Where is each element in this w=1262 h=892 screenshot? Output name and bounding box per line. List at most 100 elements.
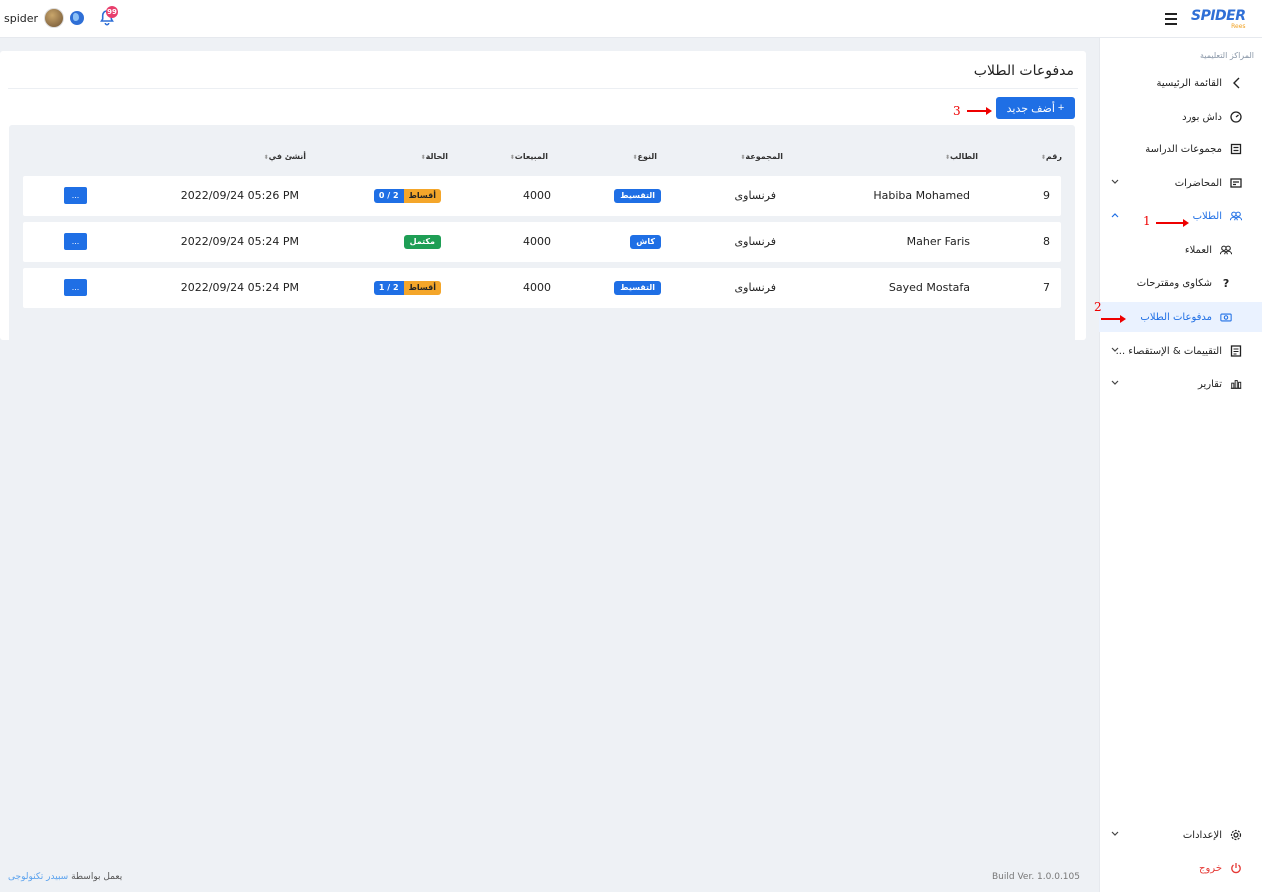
user-menu[interactable]: spider — [4, 8, 65, 28]
logo[interactable]: SPIDER Rees — [1191, 8, 1246, 30]
sidebar-item-label: خروج — [1199, 862, 1222, 874]
column-header-type[interactable]: النوع⬍ — [629, 152, 657, 161]
cell-student: Sayed Mostafa — [888, 281, 970, 294]
column-header-id[interactable]: رقم⬍ — [1038, 152, 1062, 161]
chevron-down-icon[interactable] — [1111, 379, 1119, 389]
table-row[interactable]: 7 Sayed Mostafa فرنساوى التقسيط 4000 أقس… — [23, 268, 1061, 308]
cell-created: 2022/09/24 05:26 PM — [180, 189, 299, 202]
username[interactable]: spider — [4, 12, 38, 25]
powered-by-prefix: يعمل بواسطة — [71, 872, 123, 882]
column-header-sales[interactable]: المبيعات⬍ — [507, 152, 548, 161]
cell-sales: 4000 — [523, 189, 551, 202]
table-row[interactable]: 9 Habiba Mohamed فرنساوى التقسيط 4000 أق… — [23, 176, 1061, 216]
column-header-group[interactable]: المجموعة⬍ — [737, 152, 783, 161]
chevron-down-icon[interactable] — [1111, 830, 1119, 840]
sidebar-item-clients[interactable]: العملاء — [1099, 235, 1262, 265]
chevron-up-icon[interactable] — [1111, 211, 1119, 221]
groups-icon — [1230, 143, 1242, 155]
cell-group: فرنساوى — [734, 281, 776, 294]
column-header-created[interactable]: أنشئ في⬍ — [261, 152, 306, 161]
sidebar-item-label: مجموعات الدراسة — [1145, 143, 1222, 155]
sidebar-item-label: القائمة الرئيسية — [1156, 77, 1222, 89]
sidebar-item-label: تقارير — [1197, 378, 1222, 390]
logo-subtext: Rees — [1231, 23, 1246, 30]
chevron-down-icon[interactable] — [1111, 346, 1119, 356]
add-new-button[interactable]: + أضف جديد — [996, 97, 1075, 119]
cell-student: Maher Faris — [906, 235, 970, 248]
sidebar-item-students[interactable]: الطلاب — [1099, 201, 1262, 231]
top-bar: spider 99 SPIDER Rees — [0, 0, 1262, 38]
status-badge: مكتمل — [403, 235, 441, 249]
sidebar-item-lectures[interactable]: المحاضرات — [1099, 168, 1262, 198]
globe-icon[interactable] — [70, 11, 84, 25]
chevron-left-icon — [1230, 77, 1242, 89]
cell-created: 2022/09/24 05:24 PM — [180, 235, 299, 248]
row-actions-button[interactable]: ... — [64, 279, 87, 296]
annotation-3: 3 — [953, 104, 961, 118]
powered-by: يعمل بواسطة سبيدر تكنولوجى — [8, 872, 122, 882]
bar-chart-icon — [1230, 378, 1242, 390]
cell-created: 2022/09/24 05:24 PM — [180, 281, 299, 294]
cell-group: فرنساوى — [734, 235, 776, 248]
cell-id: 7 — [1043, 281, 1050, 294]
sidebar-item-logout[interactable]: خروج — [1099, 853, 1262, 883]
sidebar-item-label: العملاء — [1184, 244, 1212, 256]
avatar[interactable] — [44, 8, 65, 28]
power-icon — [1230, 862, 1242, 874]
payments-card: مدفوعات الطلاب + أضف جديد رقم⬍ الطالب⬍ ا… — [0, 51, 1086, 379]
cell-id: 8 — [1043, 235, 1050, 248]
notification-badge: 99 — [106, 6, 118, 18]
sidebar-item-label: الإعدادات — [1182, 829, 1222, 841]
powered-by-link[interactable]: سبيدر تكنولوجى — [8, 872, 68, 882]
page-title: مدفوعات الطلاب — [973, 63, 1074, 79]
build-version: Build Ver. 1.0.0.105 — [992, 872, 1080, 882]
users-icon — [1230, 210, 1242, 222]
type-badge: كاش — [630, 235, 661, 249]
users-icon — [1220, 244, 1232, 256]
sidebar-item-label: التقييمات & الإستقصاء ... — [1115, 345, 1222, 357]
sidebar-item-evaluations[interactable]: التقييمات & الإستقصاء ... — [1099, 336, 1262, 366]
annotation-2: 2 — [1094, 300, 1102, 314]
lectures-icon — [1230, 177, 1242, 189]
menu-toggle-icon[interactable] — [1165, 13, 1177, 28]
document-icon — [1230, 345, 1242, 357]
plus-icon: + — [1057, 102, 1065, 114]
cell-group: فرنساوى — [734, 189, 776, 202]
cell-sales: 4000 — [523, 235, 551, 248]
payments-icon — [1220, 311, 1232, 323]
annotation-arrow-2 — [1101, 315, 1126, 323]
cell-sales: 4000 — [523, 281, 551, 294]
gear-icon — [1230, 829, 1242, 841]
sidebar-item-label: شكاوى ومقترحات — [1136, 277, 1212, 289]
column-header-student[interactable]: الطالب⬍ — [942, 152, 978, 161]
row-actions-button[interactable]: ... — [64, 187, 87, 204]
sidebar-item-dashboard[interactable]: داش بورد — [1099, 102, 1262, 132]
add-new-label: أضف جديد — [1006, 102, 1055, 115]
column-header-status[interactable]: الحالة⬍ — [418, 152, 448, 161]
dashboard-icon — [1230, 111, 1242, 123]
cell-student: Habiba Mohamed — [873, 189, 970, 202]
question-icon: ? — [1222, 276, 1230, 290]
table-row[interactable]: 8 Maher Faris فرنساوى كاش 4000 مكتمل 202… — [23, 222, 1061, 262]
cell-id: 9 — [1043, 189, 1050, 202]
sidebar-item-label: المحاضرات — [1174, 177, 1222, 189]
row-actions-button[interactable]: ... — [64, 233, 87, 250]
divider — [8, 88, 1078, 89]
sidebar-item-label: الطلاب — [1192, 210, 1222, 222]
sidebar-item-study-groups[interactable]: مجموعات الدراسة — [1099, 134, 1262, 164]
sidebar-item-main-menu[interactable]: القائمة الرئيسية — [1099, 68, 1262, 98]
type-badge: التقسيط — [614, 189, 661, 203]
annotation-1: 1 — [1143, 214, 1151, 228]
chevron-down-icon[interactable] — [1111, 178, 1119, 188]
annotation-arrow-1 — [1156, 219, 1189, 227]
sidebar-item-settings[interactable]: الإعدادات — [1099, 820, 1262, 850]
sidebar: المراكز التعليمية القائمة الرئيسية داش ب… — [1099, 38, 1262, 892]
payments-table: رقم⬍ الطالب⬍ المجموعة⬍ النوع⬍ المبيعات⬍ … — [9, 125, 1075, 379]
status-badge: أقساط 2 / 1 — [373, 281, 441, 295]
sidebar-item-label: مدفوعات الطلاب — [1140, 311, 1212, 323]
sidebar-item-reports[interactable]: تقارير — [1099, 369, 1262, 399]
status-badge: أقساط 2 / 0 — [373, 189, 441, 203]
type-badge: التقسيط — [614, 281, 661, 295]
sidebar-item-complaints[interactable]: ? شكاوى ومقترحات — [1099, 268, 1262, 298]
annotation-arrow-3 — [967, 107, 992, 115]
